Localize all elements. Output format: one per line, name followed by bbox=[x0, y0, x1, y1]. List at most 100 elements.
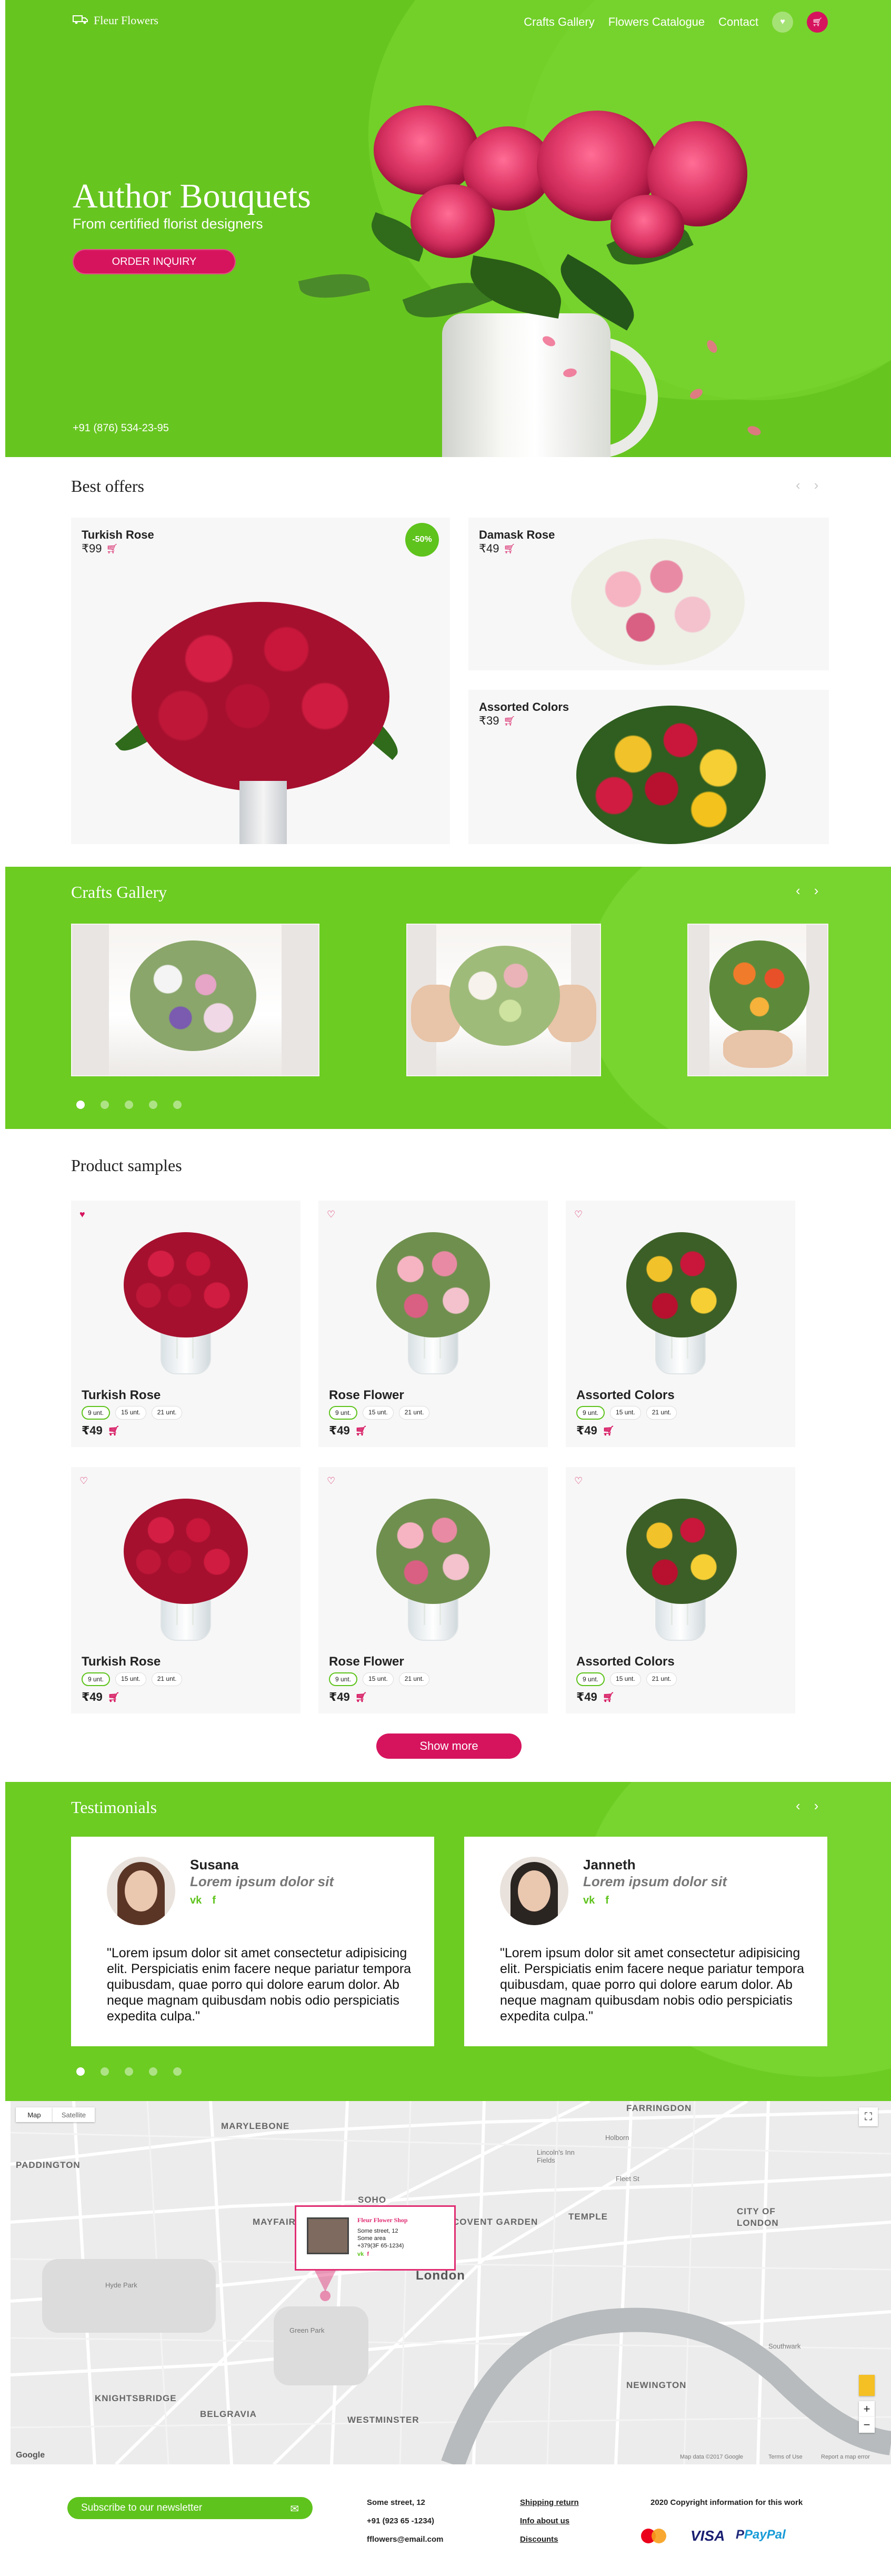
heart-outline-icon[interactable]: ♡ bbox=[574, 1475, 583, 1487]
qty-option[interactable]: 15 unt. bbox=[115, 1406, 146, 1420]
heart-outline-icon[interactable]: ♡ bbox=[327, 1475, 335, 1487]
map-label: PADDINGTON bbox=[16, 2160, 81, 2170]
nav-flowers-catalogue[interactable]: Flowers Catalogue bbox=[608, 15, 705, 29]
pagination-dot[interactable] bbox=[101, 2067, 109, 2076]
zoom-out-icon[interactable]: − bbox=[859, 2417, 875, 2433]
pagination-dot[interactable] bbox=[101, 1101, 109, 1109]
quantity-options: 9 unt. 15 unt. 21 unt. bbox=[329, 1406, 430, 1420]
qty-option[interactable]: 21 unt. bbox=[646, 1406, 677, 1420]
offer-card-damask-rose[interactable]: Damask Rose ₹49 🛒︎ bbox=[468, 518, 829, 670]
pagination-dot[interactable] bbox=[76, 2067, 85, 2076]
cart-icon[interactable]: 🛒︎ bbox=[108, 1425, 120, 1436]
vk-icon[interactable]: vk bbox=[190, 1895, 202, 1907]
qty-option[interactable]: 9 unt. bbox=[329, 1672, 358, 1686]
price-value: ₹99 bbox=[82, 542, 102, 555]
facebook-icon[interactable]: f bbox=[212, 1895, 216, 1907]
gallery-photo-3[interactable] bbox=[687, 924, 828, 1076]
cart-icon[interactable]: 🛒︎ bbox=[355, 1425, 367, 1436]
footer-link-discounts[interactable]: Discounts bbox=[520, 2535, 558, 2544]
pagination-dot[interactable] bbox=[149, 2067, 157, 2076]
heart-outline-icon[interactable]: ♡ bbox=[574, 1209, 583, 1220]
pagination-dot[interactable] bbox=[125, 2067, 133, 2076]
heart-outline-icon[interactable]: ♡ bbox=[79, 1475, 88, 1487]
qty-option[interactable]: 9 unt. bbox=[82, 1406, 111, 1420]
zoom-in-icon[interactable]: + bbox=[859, 2401, 875, 2417]
map-type-satellite[interactable]: Satellite bbox=[53, 2107, 95, 2122]
footer-link-about[interactable]: Info about us bbox=[520, 2516, 569, 2525]
qty-option[interactable]: 21 unt. bbox=[151, 1672, 183, 1686]
product-card[interactable]: ♡ Rose Flower 9 unt. 15 unt. 21 unt. ₹49… bbox=[318, 1201, 548, 1447]
footer-email[interactable]: fflowers@email.com bbox=[367, 2535, 444, 2544]
pagination-dot[interactable] bbox=[76, 1101, 85, 1109]
pagination-dot[interactable] bbox=[125, 1101, 133, 1109]
product-card[interactable]: ♡ Assorted Colors 9 unt. 15 unt. 21 unt.… bbox=[566, 1467, 795, 1713]
qty-option[interactable]: 21 unt. bbox=[646, 1672, 677, 1686]
price-value: ₹49 bbox=[329, 1690, 350, 1703]
cart-icon[interactable]: 🛒︎ bbox=[603, 1425, 615, 1436]
product-card[interactable]: ♡ Rose Flower 9 unt. 15 unt. 21 unt. ₹49… bbox=[318, 1467, 548, 1713]
pagination-dot[interactable] bbox=[173, 2067, 182, 2076]
offer-card-assorted-colors[interactable]: Assorted Colors ₹39 🛒︎ bbox=[468, 690, 829, 844]
paypal-label: PayPal bbox=[744, 2528, 786, 2542]
product-name: Rose Flower bbox=[329, 1388, 404, 1402]
qty-option[interactable]: 9 unt. bbox=[82, 1672, 111, 1686]
vk-icon[interactable]: vk bbox=[583, 1895, 595, 1907]
logo[interactable]: Fleur Flowers bbox=[73, 14, 158, 27]
chevron-left-icon[interactable]: ‹ bbox=[796, 1798, 800, 1814]
cart-icon[interactable]: 🛒︎ bbox=[106, 543, 118, 554]
cart-icon[interactable]: 🛒︎ bbox=[603, 1692, 615, 1703]
qty-option[interactable]: 15 unt. bbox=[610, 1672, 641, 1686]
qty-option[interactable]: 9 unt. bbox=[329, 1406, 358, 1420]
chevron-right-icon[interactable]: › bbox=[814, 883, 819, 899]
cart-icon[interactable]: 🛒︎ bbox=[108, 1692, 120, 1703]
popup-social-icons[interactable]: vk f bbox=[357, 2251, 369, 2257]
footer-phone[interactable]: +91 (923 65 -1234) bbox=[367, 2516, 434, 2525]
heart-filled-icon[interactable]: ♥ bbox=[79, 1209, 85, 1220]
facebook-icon[interactable]: f bbox=[605, 1895, 609, 1907]
map-terms-link[interactable]: Terms of Use bbox=[768, 2454, 803, 2460]
gallery-photo-2[interactable] bbox=[406, 924, 601, 1076]
fullscreen-icon[interactable]: ⛶ bbox=[859, 2107, 878, 2126]
cart-button[interactable]: 🛒︎ bbox=[807, 12, 828, 33]
qty-option[interactable]: 21 unt. bbox=[398, 1406, 430, 1420]
qty-option[interactable]: 9 unt. bbox=[576, 1672, 605, 1686]
nav-crafts-gallery[interactable]: Crafts Gallery bbox=[524, 15, 594, 29]
footer-link-shipping[interactable]: Shipping return bbox=[520, 2498, 579, 2507]
cart-icon[interactable]: 🛒︎ bbox=[503, 716, 515, 727]
pagination-dot[interactable] bbox=[149, 1101, 157, 1109]
heart-outline-icon[interactable]: ♡ bbox=[327, 1209, 335, 1220]
favorites-button[interactable]: ♥ bbox=[772, 12, 793, 33]
product-card[interactable]: ♡ Assorted Colors 9 unt. 15 unt. 21 unt.… bbox=[566, 1201, 795, 1447]
pegman-icon[interactable] bbox=[859, 2375, 875, 2396]
chevron-left-icon[interactable]: ‹ bbox=[796, 477, 800, 493]
discount-badge: -50% bbox=[405, 523, 439, 557]
chevron-right-icon[interactable]: › bbox=[814, 1798, 819, 1814]
map-info-popup[interactable]: Fleur Flower Shop Some street, 12 Some a… bbox=[295, 2205, 456, 2271]
newsletter-button[interactable]: Subscribe to our newsletter ✉ bbox=[67, 2497, 313, 2519]
order-inquiry-button[interactable]: ORDER INQUIRY bbox=[73, 249, 236, 274]
chevron-right-icon[interactable]: › bbox=[814, 477, 819, 493]
qty-option[interactable]: 15 unt. bbox=[363, 1672, 394, 1686]
map-type-map[interactable]: Map bbox=[16, 2107, 53, 2122]
offer-price: ₹49 🛒︎ bbox=[479, 542, 515, 556]
product-card[interactable]: ♥ Turkish Rose 9 unt. 15 unt. 21 unt. ₹4… bbox=[71, 1201, 301, 1447]
cart-icon[interactable]: 🛒︎ bbox=[503, 543, 515, 554]
qty-option[interactable]: 15 unt. bbox=[610, 1406, 641, 1420]
qty-option[interactable]: 15 unt. bbox=[363, 1406, 394, 1420]
qty-option[interactable]: 21 unt. bbox=[398, 1672, 430, 1686]
offer-card-turkish-rose[interactable]: Turkish Rose ₹99 🛒︎ -50% bbox=[71, 518, 450, 844]
location-map[interactable]: Map Satellite ⛶ MARYLEBONE PADDINGTON SO… bbox=[11, 2101, 891, 2464]
qty-option[interactable]: 15 unt. bbox=[115, 1672, 146, 1686]
map-report-link[interactable]: Report a map error bbox=[821, 2454, 870, 2460]
show-more-button[interactable]: Show more bbox=[376, 1733, 522, 1759]
qty-option[interactable]: 21 unt. bbox=[151, 1406, 183, 1420]
map-label: FARRINGDON bbox=[626, 2103, 692, 2113]
qty-option[interactable]: 9 unt. bbox=[576, 1406, 605, 1420]
product-card[interactable]: ♡ Turkish Rose 9 unt. 15 unt. 21 unt. ₹4… bbox=[71, 1467, 301, 1713]
cart-icon[interactable]: 🛒︎ bbox=[355, 1692, 367, 1703]
nav-contact[interactable]: Contact bbox=[718, 15, 758, 29]
gallery-photo-1[interactable] bbox=[71, 924, 319, 1076]
pagination-dot[interactable] bbox=[173, 1101, 182, 1109]
chevron-left-icon[interactable]: ‹ bbox=[796, 883, 800, 899]
hero-phone[interactable]: +91 (876) 534-23-95 bbox=[73, 422, 169, 434]
